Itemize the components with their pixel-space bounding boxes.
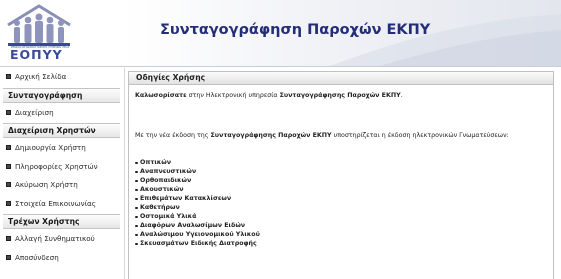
sidebar-section-prescription: Συνταγογράφηση — [3, 87, 120, 103]
welcome-text: Καλωσορίσατε στην Ηλεκτρονική υπηρεσία Σ… — [135, 92, 403, 99]
sidebar-item-change-password[interactable]: Αλλαγή Συνθηματικού — [3, 230, 120, 249]
welcome-middle: στην Ηλεκτρονική υπηρεσία — [186, 92, 280, 99]
referral-types-list: Οπτικών Αναπνευστικών Ορθοπαιδικών Ακουσ… — [135, 158, 260, 248]
sidebar-item-management[interactable]: Διαχείριση — [3, 104, 120, 123]
sidebar-divider — [124, 68, 125, 279]
sidebar-item-label: Αρχική Σελίδα — [15, 72, 67, 81]
square-bullet-icon — [6, 163, 11, 169]
sidebar-item-home[interactable]: Αρχική Σελίδα — [3, 68, 120, 87]
sidebar-item-label: Ακύρωση Χρήστη — [15, 180, 78, 189]
square-bullet-icon — [6, 236, 11, 241]
list-item: Αναπνευστικών — [135, 167, 260, 176]
sidebar-item-label: Αλλαγή Συνθηματικού — [15, 234, 95, 243]
list-item: Σκευασμάτων Ειδικής Διατροφής — [135, 239, 260, 248]
sidebar-item-label: Διαχείριση — [15, 107, 54, 117]
intro-text: Με την νέα έκδοση της Συνταγογράφησης Πα… — [135, 132, 509, 139]
sidebar-item-label: Στοιχεία Επικοινωνίας — [15, 198, 96, 208]
sidebar-item-contact-info[interactable]: Στοιχεία Επικοινωνίας — [3, 195, 120, 214]
sidebar-item-logout[interactable]: Αποσύνδεση — [3, 249, 120, 268]
square-bullet-icon — [6, 254, 11, 260]
list-item: Καθετήρων — [135, 203, 260, 212]
sidebar-item-cancel-user[interactable]: Ακύρωση Χρήστη — [3, 176, 120, 195]
instructions-panel: Οδηγίες Χρήσης Καλωσορίσατε στην Ηλεκτρο… — [128, 71, 554, 279]
site-header: ΕΘΝΙΚΟΣ ΟΡΓΑΝΙΣΜΟΣ ΠΑΡΟΧΗΣ ΥΠΗΡΕΣΙΩΝ ΥΓΕ… — [0, 0, 561, 66]
welcome-end: . — [400, 92, 403, 99]
square-bullet-icon — [6, 182, 11, 187]
logo-text: ΕΟΠΥΥ — [10, 47, 63, 62]
intro-prefix: Με την νέα έκδοση της — [135, 132, 211, 139]
sidebar-item-label: Πληροφορίες Χρηστών — [15, 161, 98, 171]
site-title: Συνταγογράφηση Παροχών ΕΚΠΥ — [160, 22, 431, 38]
sidebar-section-users: Διαχείριση Χρηστών — [3, 123, 120, 138]
intro-service-name: Συνταγογράφησης Παροχών ΕΚΠΥ — [210, 132, 332, 139]
welcome-service-name: Συνταγογράφησης Παροχών ΕΚΠΥ — [279, 92, 401, 99]
list-item: Οστομικά Υλικά — [135, 212, 260, 221]
square-bullet-icon — [6, 109, 11, 115]
sidebar-item-label: Αποσύνδεση — [15, 252, 59, 262]
sidebar-nav: Αρχική Σελίδα Συνταγογράφηση Διαχείριση … — [3, 68, 120, 267]
header-divider — [0, 66, 561, 67]
eopyy-logo[interactable]: ΕΘΝΙΚΟΣ ΟΡΓΑΝΙΣΜΟΣ ΠΑΡΟΧΗΣ ΥΠΗΡΕΣΙΩΝ ΥΓΕ… — [4, 3, 74, 62]
welcome-prefix: Καλωσορίσατε — [135, 92, 187, 99]
intro-suffix: υποστηρίζεται η έκδοση ηλεκτρονικών Γνωμ… — [331, 132, 509, 139]
list-item: Επιθεμάτων Κατακλίσεων — [135, 194, 260, 203]
square-bullet-icon — [6, 200, 11, 206]
list-item: Αναλώσιμου Υγειονομικού Υλικού — [135, 230, 260, 239]
list-item: Ορθοπαιδικών — [135, 176, 260, 185]
list-item: Οπτικών — [135, 158, 260, 167]
square-bullet-icon — [6, 74, 11, 79]
sidebar-item-create-user[interactable]: Δημιουργία Χρήστη — [3, 139, 120, 158]
list-item: Ακουστικών — [135, 185, 260, 194]
sidebar-item-label: Δημιουργία Χρήστη — [15, 143, 86, 152]
sidebar-item-user-info[interactable]: Πληροφορίες Χρηστών — [3, 158, 120, 177]
sidebar-section-current-user: Τρέχων Χρήστης — [3, 214, 120, 229]
list-item: Διαφόρων Αναλωσίμων Ειδών — [135, 221, 260, 230]
square-bullet-icon — [6, 145, 11, 150]
panel-heading: Οδηγίες Χρήσης — [129, 72, 553, 85]
